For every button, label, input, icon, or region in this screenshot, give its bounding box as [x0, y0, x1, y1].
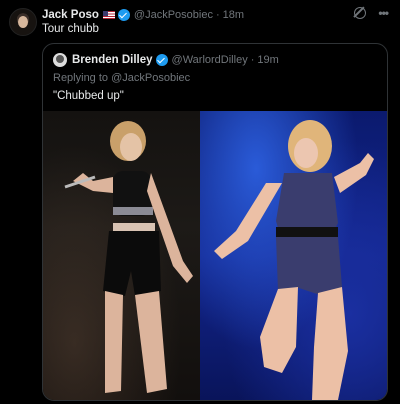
quoted-tweet-text: "Chubbed up" [53, 90, 124, 102]
author-handle[interactable]: @JackPosobiec [134, 9, 213, 21]
quoted-tweet[interactable]: Brenden Dilley @WarlordDilley · 19m Repl… [42, 43, 388, 401]
tweet-actions-top: ••• [354, 6, 389, 20]
grok-icon[interactable] [354, 7, 367, 19]
more-options-icon[interactable]: ••• [378, 6, 389, 20]
tweet[interactable]: Jack Poso @JackPosobiec · 18m ••• Tour c… [0, 0, 400, 404]
separator-dot: · [250, 54, 255, 66]
replying-to: Replying to @JackPosobiec [53, 72, 190, 84]
quoted-author-handle[interactable]: @WarlordDilley [172, 54, 248, 66]
tweet-text: Tour chubb [42, 23, 99, 35]
quoted-tweet-header: Brenden Dilley @WarlordDilley · 19m [53, 52, 279, 68]
separator-dot: · [215, 9, 220, 21]
author-avatar[interactable] [9, 8, 37, 36]
tweet-header: Jack Poso @JackPosobiec · 18m [42, 7, 244, 23]
quoted-author-name[interactable]: Brenden Dilley [72, 54, 153, 66]
verified-badge-icon[interactable] [117, 9, 130, 21]
performer-silhouette-right [214, 120, 374, 400]
quoted-author-avatar[interactable] [53, 53, 67, 67]
replying-to-handle[interactable]: @JackPosobiec [111, 72, 190, 84]
media-photo-right[interactable] [200, 111, 387, 400]
author-name[interactable]: Jack Poso [42, 9, 99, 21]
performer-silhouette-left [64, 121, 193, 393]
replying-to-prefix: Replying to [53, 72, 109, 84]
quoted-tweet-timestamp[interactable]: 19m [257, 54, 278, 66]
verified-badge-icon[interactable] [155, 54, 168, 66]
us-flag-icon [102, 11, 115, 19]
media-grid [43, 111, 387, 400]
media-photo-left[interactable] [43, 111, 200, 400]
tweet-timestamp[interactable]: 18m [223, 9, 244, 21]
